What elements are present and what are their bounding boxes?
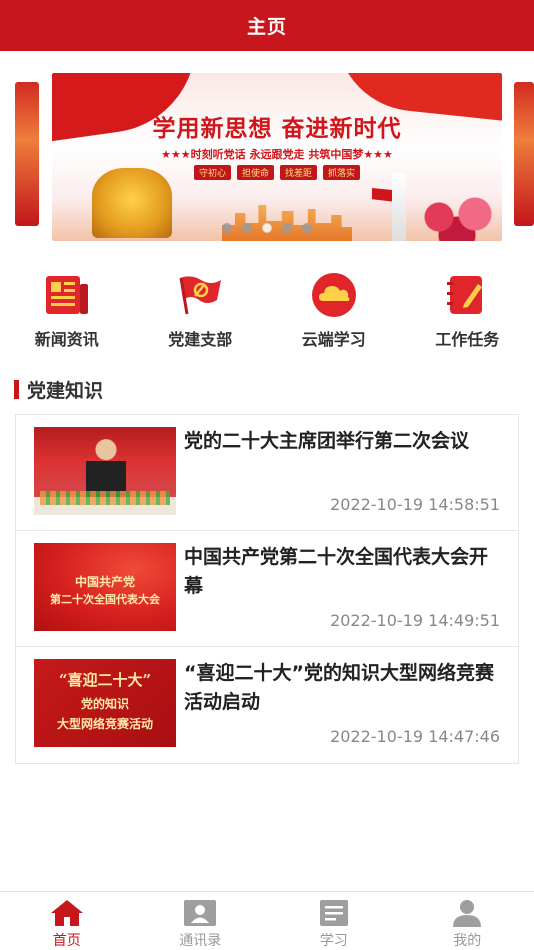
banner-slide[interactable]: 学用新思想 奋进新时代 ★★★时刻听党话 永远跟党走 共筑中国梦★★★ 守初心 … bbox=[52, 73, 502, 241]
carousel-dot[interactable] bbox=[302, 223, 312, 233]
tab-label: 通讯录 bbox=[179, 933, 222, 949]
news-timestamp: 2022-10-19 14:47:46 bbox=[330, 727, 500, 746]
notebook-pen-icon bbox=[444, 272, 490, 318]
carousel-next-slide[interactable] bbox=[514, 82, 534, 226]
cloud-icon bbox=[311, 272, 357, 318]
carousel-indicator bbox=[0, 223, 534, 233]
tab-profile[interactable]: 我的 bbox=[401, 892, 534, 950]
menu-item-news[interactable]: 新闻资讯 bbox=[0, 264, 134, 354]
flower-row bbox=[40, 491, 170, 505]
menu-label: 新闻资讯 bbox=[34, 330, 99, 349]
section-marker bbox=[14, 379, 19, 399]
bottom-tab-bar: 首页 通讯录 学习 我的 bbox=[0, 891, 534, 950]
app-header: 主页 bbox=[0, 0, 534, 51]
party-flag-icon bbox=[177, 272, 223, 318]
carousel-prev-slide[interactable] bbox=[15, 82, 39, 226]
carousel-dot-active[interactable] bbox=[262, 223, 272, 233]
thumb-caption: 党的知识 bbox=[80, 697, 129, 711]
news-thumbnail: “喜迎二十大” 党的知识 大型网络竞赛活动 bbox=[34, 659, 176, 747]
quick-menu: 新闻资讯 党建支部 云端学习 工作任务 bbox=[0, 264, 534, 354]
menu-label: 工作任务 bbox=[435, 330, 500, 349]
news-title: 中国共产党第二十次全国代表大会开幕 bbox=[184, 546, 489, 597]
contacts-icon bbox=[183, 898, 217, 928]
banner-tag: 守初心 bbox=[193, 165, 231, 180]
page-title: 主页 bbox=[246, 16, 287, 38]
city-skyline-image bbox=[222, 205, 352, 241]
tab-label: 我的 bbox=[453, 933, 482, 949]
tab-study[interactable]: 学习 bbox=[267, 892, 401, 950]
banner-carousel[interactable]: 学用新思想 奋进新时代 ★★★时刻听党话 永远跟党走 共筑中国梦★★★ 守初心 … bbox=[0, 51, 534, 256]
user-icon bbox=[450, 898, 484, 928]
banner-headline: 学用新思想 奋进新时代 bbox=[152, 116, 402, 142]
carousel-dot[interactable] bbox=[222, 223, 232, 233]
menu-label: 党建支部 bbox=[168, 330, 233, 349]
menu-item-party-branch[interactable]: 党建支部 bbox=[134, 264, 268, 354]
news-thumbnail bbox=[34, 427, 176, 515]
banner-tag: 找差距 bbox=[280, 165, 318, 180]
banner-subline: ★★★时刻听党话 永远跟党走 共筑中国梦★★★ bbox=[161, 148, 393, 161]
document-icon bbox=[317, 898, 351, 928]
section-header: 党建知识 bbox=[14, 376, 103, 402]
carousel-dot[interactable] bbox=[282, 223, 292, 233]
thumb-caption: “喜迎二十大” bbox=[58, 671, 152, 689]
tab-contacts[interactable]: 通讯录 bbox=[134, 892, 268, 950]
tab-label: 首页 bbox=[52, 933, 81, 949]
news-title: “喜迎二十大”党的知识大型网络竞赛活动启动 bbox=[184, 662, 494, 713]
news-item[interactable]: 党的二十大主席团举行第二次会议 2022-10-19 14:58:51 bbox=[16, 415, 518, 531]
banner-tag: 担使命 bbox=[236, 165, 274, 180]
newspaper-icon bbox=[44, 272, 90, 318]
news-timestamp: 2022-10-19 14:49:51 bbox=[330, 611, 500, 630]
news-thumbnail: 中国共产党 第二十次全国代表大会 bbox=[34, 543, 176, 631]
tab-home[interactable]: 首页 bbox=[0, 892, 134, 950]
thumb-caption: 中国共产党 bbox=[74, 575, 135, 589]
menu-item-cloud-learning[interactable]: 云端学习 bbox=[267, 264, 401, 354]
news-list: 党的二十大主席团举行第二次会议 2022-10-19 14:58:51 中国共产… bbox=[15, 414, 519, 764]
thumb-caption: 第二十次全国代表大会 bbox=[50, 593, 160, 606]
carousel-dot[interactable] bbox=[242, 223, 252, 233]
banner-tags: 守初心 担使命 找差距 抓落实 bbox=[52, 165, 502, 180]
home-icon bbox=[50, 898, 84, 928]
thumb-caption: 大型网络竞赛活动 bbox=[56, 717, 153, 731]
news-title: 党的二十大主席团举行第二次会议 bbox=[184, 430, 470, 452]
news-timestamp: 2022-10-19 14:58:51 bbox=[330, 495, 500, 514]
menu-item-work-tasks[interactable]: 工作任务 bbox=[401, 264, 534, 354]
menu-label: 云端学习 bbox=[301, 330, 366, 349]
banner-tag: 抓落实 bbox=[323, 165, 361, 180]
news-item[interactable]: “喜迎二十大” 党的知识 大型网络竞赛活动 “喜迎二十大”党的知识大型网络竞赛活… bbox=[16, 647, 518, 763]
tab-label: 学习 bbox=[319, 933, 348, 949]
section-title: 党建知识 bbox=[27, 379, 104, 402]
news-item[interactable]: 中国共产党 第二十次全国代表大会 中国共产党第二十次全国代表大会开幕 2022-… bbox=[16, 531, 518, 647]
